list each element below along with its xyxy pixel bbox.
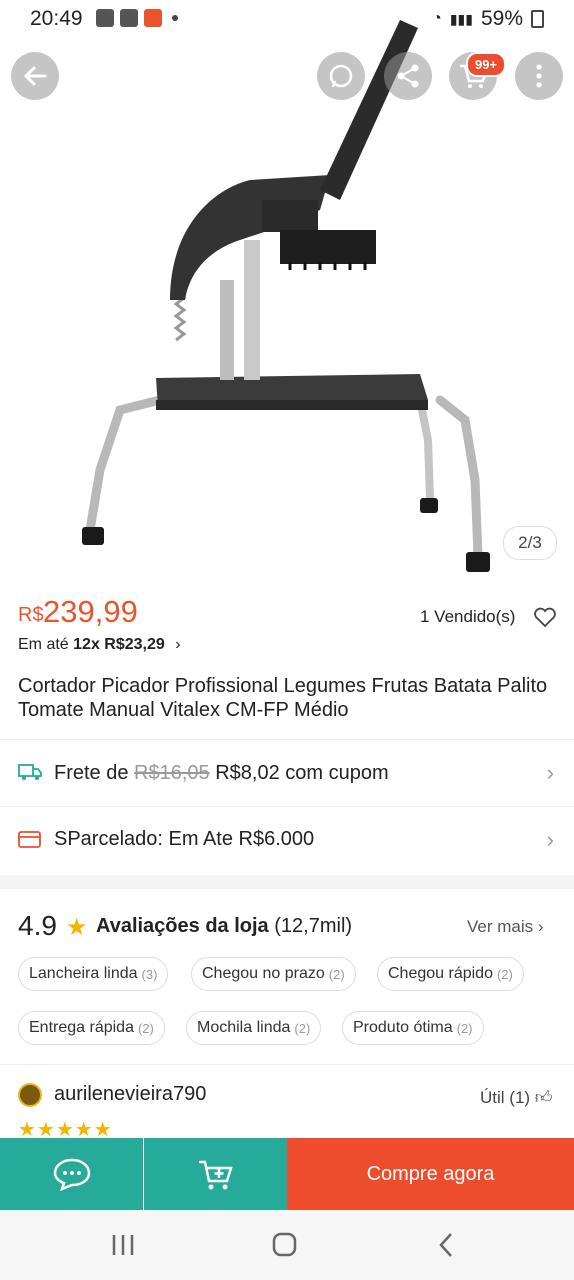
tag-count: (2) <box>456 1020 473 1036</box>
chat-button[interactable] <box>0 1138 143 1210</box>
ratings-label: Avaliações da loja <box>96 915 269 937</box>
review-tag-chip[interactable]: Chegou rápido (2) <box>377 957 524 991</box>
ratings-count: (12,7mil) <box>274 915 353 937</box>
tag-count: (2) <box>328 966 345 982</box>
battery-text: 59% <box>480 7 523 30</box>
battery-icon <box>531 10 544 28</box>
sold-count: 1 Vendido(s) <box>420 607 516 626</box>
avatar <box>18 1083 42 1107</box>
see-more-link[interactable]: Ver mais › <box>467 917 544 937</box>
share-icon <box>397 64 419 88</box>
chevron-right-icon: › <box>175 636 181 653</box>
tag-label: Chegou no prazo <box>202 965 325 982</box>
back-arrow-icon <box>23 66 47 86</box>
add-to-cart-button[interactable] <box>144 1138 287 1210</box>
status-bar: 20:49 ◔ ▮▮▮ 59% <box>0 0 574 38</box>
price-currency: R$ <box>18 604 44 626</box>
buy-bar: Compre agora <box>0 1138 574 1210</box>
section-separator <box>0 875 574 889</box>
installment-link[interactable]: Em até 12x R$23,29 › <box>18 636 181 654</box>
share-button[interactable] <box>384 52 432 100</box>
tiktok-icon <box>120 9 138 27</box>
image-counter: 2/3 <box>503 526 557 560</box>
review-tag-chip[interactable]: Produto ótima (2) <box>342 1011 484 1045</box>
cart-badge: 99+ <box>466 52 507 77</box>
android-nav-bar <box>0 1210 574 1280</box>
tag-count: (2) <box>496 966 513 982</box>
shipping-new-price: R$8,02 com cupom <box>215 762 389 784</box>
star-icon: ★ <box>66 914 88 941</box>
tag-label: Entrega rápida <box>29 1019 134 1036</box>
more-vertical-icon <box>536 64 542 88</box>
app-notification-icon <box>144 9 162 27</box>
product-title: Cortador Picador Profissional Legumes Fr… <box>18 675 548 721</box>
ratings-header: Avaliações da loja (12,7mil) <box>96 915 352 938</box>
shipping-old-price: R$16,05 <box>134 762 210 784</box>
chevron-right-icon: › <box>546 760 554 785</box>
home-icon[interactable] <box>272 1232 298 1258</box>
tag-label: Mochila linda <box>197 1019 291 1036</box>
tag-count: (2) <box>137 1020 154 1036</box>
status-right: ◔ ▮▮▮ 59% <box>432 7 544 31</box>
shipping-row[interactable]: Frete de R$16,05 R$8,02 com cupom › <box>0 740 574 806</box>
whatsapp-button[interactable] <box>317 52 365 100</box>
tag-count: (3) <box>141 966 158 982</box>
recent-apps-icon[interactable] <box>110 1233 138 1257</box>
notification-icons <box>96 9 178 27</box>
credit-card-icon <box>18 831 41 848</box>
see-more-label: Ver mais <box>467 917 534 936</box>
review-username: aurilenevieira790 <box>54 1083 207 1105</box>
tag-label: Lancheira linda <box>29 965 138 982</box>
back-nav-icon[interactable] <box>436 1232 456 1258</box>
tag-label: Produto ótima <box>353 1019 453 1036</box>
heart-icon[interactable] <box>533 606 557 628</box>
tag-count: (2) <box>294 1020 311 1036</box>
helpful-label: Útil (1) <box>480 1088 531 1107</box>
sparcelado-text: SParcelado: Em Ate R$6.000 <box>54 828 315 850</box>
sparcelado-row[interactable]: SParcelado: Em Ate R$6.000 › <box>0 807 574 873</box>
chevron-right-icon: › <box>546 827 554 852</box>
shipping-prefix: Frete de <box>54 762 129 784</box>
more-button[interactable] <box>515 52 563 100</box>
rating-score: 4.9 <box>18 910 57 941</box>
gallery-icon <box>96 9 114 27</box>
review-tag-chip[interactable]: Mochila linda (2) <box>186 1011 322 1045</box>
tag-label: Chegou rápido <box>388 965 493 982</box>
review-tag-chip[interactable]: Entrega rápida (2) <box>18 1011 165 1045</box>
review-tag-chip[interactable]: Lancheira linda (3) <box>18 957 169 991</box>
product-image-carousel[interactable]: 20:49 ◔ ▮▮▮ 59% 99+ 2/3 <box>0 0 574 590</box>
back-button[interactable] <box>11 52 59 100</box>
chevron-right-icon: › <box>537 917 544 936</box>
divider <box>0 1064 574 1065</box>
helpful-button[interactable]: Útil (1) 👍︎ <box>480 1087 553 1108</box>
truck-icon <box>18 764 42 780</box>
signal-icon: ▮▮▮ <box>449 10 473 27</box>
status-time: 20:49 <box>30 7 83 30</box>
thumbs-up-icon: 👍︎ <box>534 1088 553 1107</box>
buy-now-button[interactable]: Compre agora <box>287 1138 574 1210</box>
installment-prefix: Em até <box>18 636 69 653</box>
installment-value: 12x R$23,29 <box>73 636 165 653</box>
more-notifications-icon <box>172 15 178 21</box>
add-to-cart-icon <box>198 1160 233 1190</box>
whatsapp-icon <box>329 64 353 88</box>
review-tag-chip[interactable]: Chegou no prazo (2) <box>191 957 356 991</box>
price-value: 239,99 <box>43 594 138 629</box>
chat-icon <box>53 1158 90 1191</box>
wifi-icon: ◔ <box>432 10 442 27</box>
